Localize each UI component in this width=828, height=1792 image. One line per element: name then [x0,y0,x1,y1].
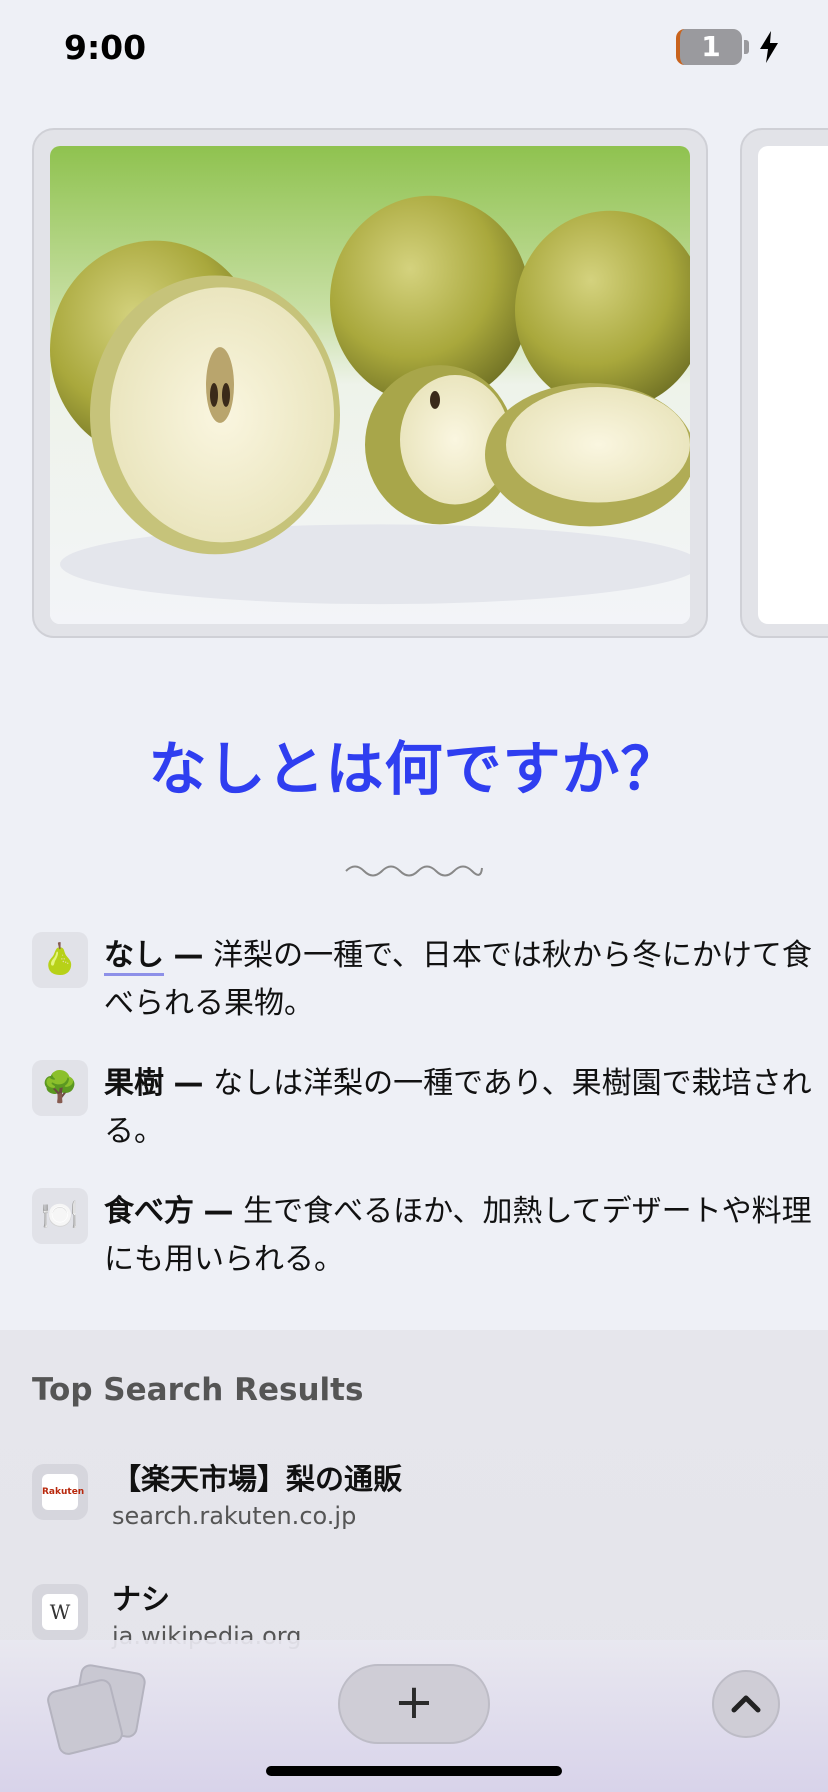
fact-term: 食べ方 [104,1194,194,1229]
pear-icon: 🍐 [32,932,88,988]
result-domain: search.rakuten.co.jp [112,1502,357,1530]
fact-text: 果樹 — なしは洋梨の一種であり、果樹園で栽培される。 [104,1060,814,1156]
new-tab-button[interactable]: + [338,1664,490,1744]
fact-dash: — [203,1194,234,1229]
fact-description: 洋梨の一種で、日本では秋から冬にかけて食べられる果物。 [104,938,812,1021]
search-result[interactable]: Rakuten 【楽天市場】梨の通販 search.rakuten.co.jp [32,1462,792,1544]
scroll-up-button[interactable] [712,1670,780,1738]
result-title[interactable]: ナシ [112,1576,170,1618]
fact-term-link[interactable]: なし [104,938,164,976]
favicon-text: W [42,1594,78,1630]
fact-dash: — [173,1066,204,1101]
results-heading: Top Search Results [32,1372,364,1408]
fact-description: なしは洋梨の一種であり、果樹園で栽培される。 [104,1066,812,1149]
rakuten-favicon-icon: Rakuten [32,1464,88,1520]
status-bar: 9:00 1 [0,0,828,100]
fact-dash: — [173,938,204,973]
fact-text: 食べ方 — 生で食べるほか、加熱してデザートや料理にも用いられる。 [104,1188,814,1284]
fact-term: 果樹 [104,1066,164,1101]
image-placeholder [758,146,828,624]
tree-icon: 🌳 [32,1060,88,1116]
battery-icon: 1 [676,29,742,65]
result-title[interactable]: 【楽天市場】梨の通販 [112,1456,402,1498]
carousel-image-card[interactable] [32,128,708,638]
pear-photo [50,146,690,624]
wikipedia-favicon-icon: W [32,1584,88,1640]
page: 9:00 1 なしとは何ですか？ 🍐 なし — 洋梨の一種で、日本では秋から冬に… [0,0,828,1792]
question-heading: なしとは何ですか？ [148,735,680,803]
home-indicator [266,1766,562,1776]
status-time: 9:00 [64,28,147,67]
plate-icon: 🍽️ [32,1188,88,1244]
carousel-next-card[interactable] [740,128,828,638]
favicon-text: Rakuten [42,1474,84,1510]
battery-tip [744,40,749,54]
chevron-up-icon [731,1695,761,1713]
bolt-icon [760,31,778,63]
fact-text: なし — 洋梨の一種で、日本では秋から冬にかけて食べられる果物。 [104,932,814,1028]
pear-photo-svg [50,146,690,624]
tabs-icon[interactable] [44,1662,148,1758]
wave-divider [345,865,483,877]
